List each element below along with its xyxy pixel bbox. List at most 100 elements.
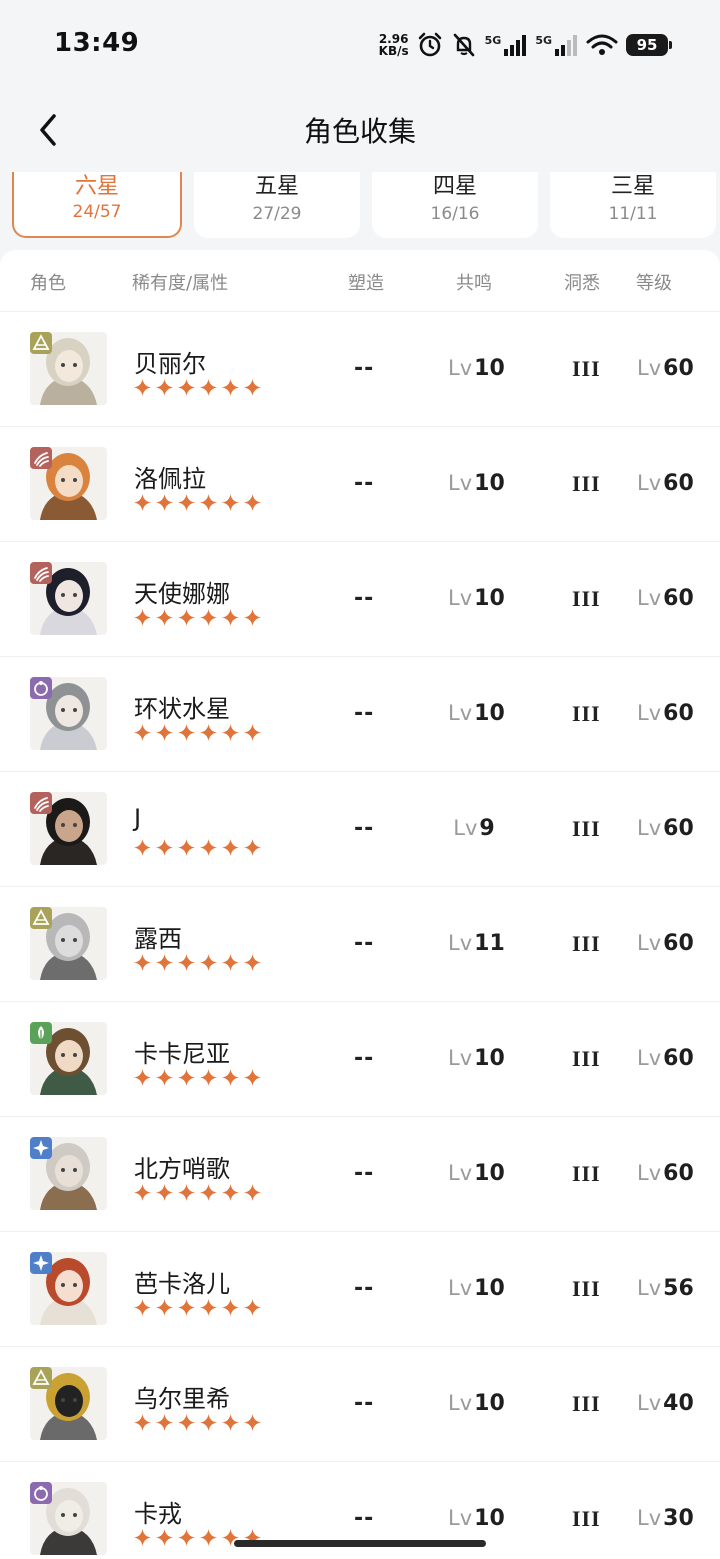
- character-name: 北方哨歌: [134, 1155, 230, 1183]
- star-icon: [199, 1528, 218, 1547]
- star-icon: [221, 493, 240, 512]
- star-rating: [133, 493, 262, 512]
- tab-four-star[interactable]: 四星 16/16: [372, 172, 538, 238]
- character-row[interactable]: 北方哨歌 -- Lv10 III Lv60: [0, 1117, 720, 1232]
- level-prefix: Lv: [637, 816, 662, 840]
- character-name: J: [134, 804, 142, 832]
- home-indicator[interactable]: [234, 1540, 486, 1547]
- star-rating: [133, 1068, 262, 1087]
- shaping-value: --: [354, 586, 375, 611]
- character-level: Lv56: [637, 1276, 694, 1301]
- column-resonance[interactable]: 共鸣: [456, 269, 492, 295]
- character-level: Lv60: [637, 1046, 694, 1071]
- star-rating: [133, 723, 262, 742]
- resonance-level: Lv11: [448, 931, 505, 956]
- star-rating: [133, 1298, 262, 1317]
- star-icon: [243, 723, 262, 742]
- star-icon: [177, 608, 196, 627]
- star-icon: [243, 1298, 262, 1317]
- resonance-value: 10: [474, 586, 505, 611]
- shaping-value: --: [354, 701, 375, 726]
- resonance-value: 10: [474, 471, 505, 496]
- column-rarity[interactable]: 稀有度/属性: [132, 269, 228, 295]
- spark-attr-icon: [30, 1252, 52, 1274]
- column-level[interactable]: 等级: [636, 269, 672, 295]
- star-icon: [243, 608, 262, 627]
- level-prefix: Lv: [448, 1046, 473, 1070]
- star-icon: [221, 1298, 240, 1317]
- character-row[interactable]: 天使娜娜 -- Lv10 III Lv60: [0, 542, 720, 657]
- character-list: 贝丽尔 -- Lv10 III Lv60 洛佩拉 -- Lv10 III Lv60 天使娜娜 -- Lv…: [0, 312, 720, 1559]
- star-icon: [133, 608, 152, 627]
- signal-bars-icon: [504, 35, 527, 56]
- character-row[interactable]: J -- Lv9 III Lv60: [0, 772, 720, 887]
- star-icon: [243, 1413, 262, 1432]
- tab-five-star[interactable]: 五星 27/29: [194, 172, 360, 238]
- triangle-attr-icon: [30, 332, 52, 354]
- net-speed-unit: KB/s: [378, 44, 409, 58]
- tab-six-star[interactable]: 六星 24/57: [12, 172, 182, 238]
- tab-three-star[interactable]: 三星 11/11: [550, 172, 716, 238]
- resonance-value: 11: [474, 931, 505, 956]
- star-rating: [133, 1413, 262, 1432]
- triangle-attr-icon: [30, 907, 52, 929]
- character-name: 天使娜娜: [134, 580, 230, 608]
- star-icon: [133, 953, 152, 972]
- star-icon: [177, 838, 196, 857]
- star-rating: [133, 953, 262, 972]
- level-prefix: Lv: [637, 1161, 662, 1185]
- character-name: 露西: [134, 925, 182, 953]
- star-icon: [199, 953, 218, 972]
- character-level: Lv60: [637, 586, 694, 611]
- resonance-level: Lv10: [448, 1506, 505, 1531]
- level-prefix: Lv: [637, 356, 662, 380]
- star-icon: [199, 1413, 218, 1432]
- star-icon: [199, 838, 218, 857]
- level-prefix: Lv: [637, 1276, 662, 1300]
- star-icon: [133, 838, 152, 857]
- star-icon: [221, 1183, 240, 1202]
- character-row[interactable]: 芭卡洛儿 -- Lv10 III Lv56: [0, 1232, 720, 1347]
- column-role[interactable]: 角色: [30, 269, 66, 295]
- column-shaping[interactable]: 塑造: [348, 269, 384, 295]
- star-icon: [133, 1183, 152, 1202]
- resonance-level: Lv10: [448, 356, 505, 381]
- resonance-level: Lv10: [448, 1276, 505, 1301]
- star-icon: [155, 953, 174, 972]
- level-value: 60: [663, 471, 694, 496]
- status-icons: 2.96 KB/s 5G 5G 95: [378, 28, 672, 62]
- insight-value: III: [572, 586, 601, 611]
- claw-attr-icon: [30, 562, 52, 584]
- star-icon: [199, 493, 218, 512]
- network-label-1: 5G: [484, 34, 502, 47]
- character-row[interactable]: 卡卡尼亚 -- Lv10 III Lv60: [0, 1002, 720, 1117]
- status-bar: 13:49 2.96 KB/s 5G 5G 95: [0, 0, 720, 90]
- character-row[interactable]: 环状水星 -- Lv10 III Lv60: [0, 657, 720, 772]
- star-icon: [155, 378, 174, 397]
- star-icon: [243, 1068, 262, 1087]
- character-table: 角色 稀有度/属性 塑造 共鸣 洞悉 等级 贝丽尔 -- Lv10 III Lv60 洛佩…: [0, 250, 720, 1559]
- character-row[interactable]: 乌尔里希 -- Lv10 III Lv40: [0, 1347, 720, 1462]
- star-icon: [199, 1183, 218, 1202]
- insight-value: III: [572, 471, 601, 496]
- table-header: 角色 稀有度/属性 塑造 共鸣 洞悉 等级: [0, 250, 720, 312]
- spark-attr-icon: [30, 1137, 52, 1159]
- star-icon: [199, 1298, 218, 1317]
- column-insight[interactable]: 洞悉: [564, 269, 600, 295]
- ring-attr-icon: [30, 677, 52, 699]
- character-row[interactable]: 贝丽尔 -- Lv10 III Lv60: [0, 312, 720, 427]
- character-row[interactable]: 露西 -- Lv11 III Lv60: [0, 887, 720, 1002]
- level-value: 60: [663, 1046, 694, 1071]
- character-row[interactable]: 洛佩拉 -- Lv10 III Lv60: [0, 427, 720, 542]
- shaping-value: --: [354, 1506, 375, 1531]
- star-icon: [199, 378, 218, 397]
- insight-value: III: [572, 816, 601, 841]
- insight-value: III: [572, 1161, 601, 1186]
- tab-count: 24/57: [72, 202, 122, 222]
- tab-count: 16/16: [430, 204, 480, 224]
- shaping-value: --: [354, 1161, 375, 1186]
- star-icon: [177, 953, 196, 972]
- level-value: 30: [663, 1506, 694, 1531]
- status-time: 13:49: [54, 28, 140, 58]
- character-name: 卡卡尼亚: [134, 1040, 230, 1068]
